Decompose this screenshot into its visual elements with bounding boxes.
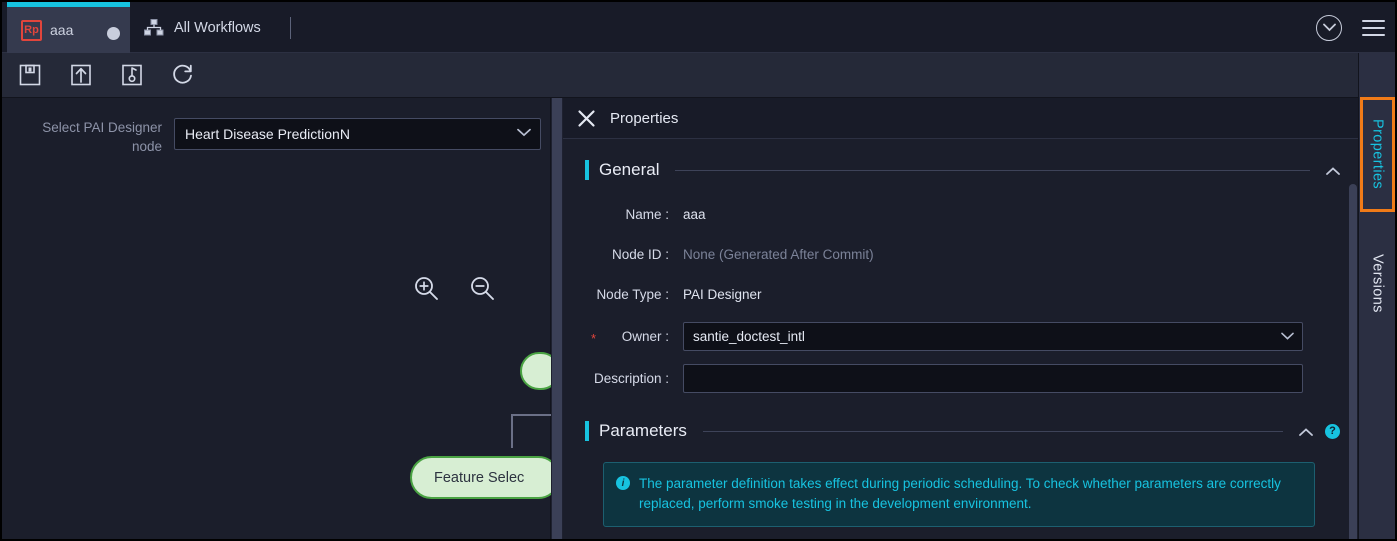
deploy-box-icon: [121, 64, 142, 86]
field-name-value: aaa: [683, 206, 706, 222]
properties-panel-body: General Name : aaa Node ID : None (Gener…: [563, 139, 1358, 539]
main-toolbar: [2, 53, 1395, 98]
properties-panel-title: Properties: [610, 109, 679, 127]
properties-scrollbar-track[interactable]: [1348, 139, 1358, 539]
pai-designer-node-label: Select PAI Designer node: [42, 120, 162, 154]
workflow-canvas[interactable]: Feature Selec: [2, 98, 551, 539]
zoom-out-icon[interactable]: [468, 274, 496, 302]
section-parameters-header: Parameters ?: [585, 418, 1340, 444]
workflow-edge-horizontal: [511, 414, 551, 416]
description-input[interactable]: [693, 371, 1276, 386]
field-name: Name : aaa: [585, 201, 1358, 227]
tab-all-workflows-label: All Workflows: [174, 19, 261, 36]
owner-select[interactable]: santie_doctest_intl: [683, 322, 1303, 351]
rail-tab-versions[interactable]: Versions: [1359, 231, 1395, 336]
chevron-down-icon: [1281, 327, 1294, 345]
tab-bar: Rp aaa All Workflows: [2, 2, 1395, 53]
field-node-type-label: Node Type :: [596, 286, 669, 302]
field-node-id-value: None (Generated After Commit): [683, 246, 874, 262]
deploy-button[interactable]: [118, 62, 145, 89]
section-rule: [702, 430, 1283, 432]
tab-divider: [290, 17, 291, 39]
question-mark-icon[interactable]: ?: [1325, 423, 1340, 439]
workflow-edge-vertical: [511, 414, 513, 448]
pai-designer-node-selector-row: Select PAI Designer node Heart Disease P…: [2, 118, 551, 156]
section-accent-bar: [585, 421, 589, 441]
field-node-type: Node Type : PAI Designer: [585, 281, 1358, 307]
zoom-in-icon[interactable]: [412, 274, 440, 302]
field-node-id: Node ID : None (Generated After Commit): [585, 241, 1358, 267]
section-general-header: General: [585, 157, 1340, 183]
field-owner-label: Owner :: [585, 329, 683, 346]
tab-all-workflows[interactable]: All Workflows: [130, 2, 275, 53]
tab-aaa-label: aaa: [50, 22, 74, 38]
workflow-node-feature-selection[interactable]: Feature Selec: [410, 456, 551, 499]
workflow-node-partial[interactable]: [520, 352, 551, 390]
rail-tab-properties[interactable]: Properties: [1359, 97, 1395, 212]
field-description-label: Description :: [593, 371, 669, 386]
rp-badge-icon: Rp: [21, 19, 42, 41]
app-window: Rp aaa All Workflows Feature Selec Selec…: [2, 2, 1395, 539]
chevron-up-icon[interactable]: [1299, 424, 1313, 438]
field-name-label: Name :: [625, 206, 669, 222]
right-tab-rail: Properties Versions: [1358, 53, 1395, 539]
parameters-info-text: The parameter definition takes effect du…: [639, 476, 1281, 511]
pai-designer-node-select[interactable]: Heart Disease PredictionN: [174, 118, 541, 150]
rail-tab-versions-label: Versions: [1369, 254, 1386, 313]
field-description: Description :: [585, 363, 1358, 394]
pai-designer-node-value: Heart Disease PredictionN: [185, 126, 350, 142]
titlebar-actions: [1316, 2, 1385, 53]
workflow-node-label: Feature Selec: [434, 469, 525, 486]
info-icon: i: [616, 476, 630, 490]
properties-scrollbar-thumb[interactable]: [1349, 184, 1357, 539]
properties-panel: Properties General Name : aaa Node ID : …: [563, 98, 1358, 539]
close-icon[interactable]: [577, 109, 596, 128]
canvas-zoom-controls: [412, 274, 496, 302]
chevron-up-icon[interactable]: [1326, 163, 1340, 177]
refresh-button[interactable]: [169, 62, 196, 89]
field-node-type-value: PAI Designer: [683, 286, 762, 302]
designer-canvas-pane: Feature Selec Select PAI Designer node H…: [2, 98, 551, 539]
unsaved-dot-icon: [107, 27, 120, 40]
section-accent-bar: [585, 160, 589, 180]
section-parameters-title: Parameters: [599, 421, 687, 440]
floppy-disk-icon: [19, 64, 40, 86]
hamburger-menu-icon[interactable]: [1362, 19, 1385, 36]
section-general-title: General: [599, 160, 660, 179]
properties-panel-header: Properties: [563, 98, 1358, 139]
hierarchy-icon: [144, 19, 164, 36]
submit-button[interactable]: [67, 62, 94, 89]
save-button[interactable]: [16, 62, 43, 89]
description-input-wrap[interactable]: [683, 364, 1303, 393]
refresh-icon: [172, 64, 192, 84]
rail-tab-properties-label: Properties: [1369, 119, 1386, 190]
chevron-down-icon: [517, 124, 531, 142]
field-node-id-label: Node ID :: [611, 246, 669, 262]
upload-box-icon: [70, 64, 91, 86]
panel-splitter[interactable]: [552, 98, 562, 539]
owner-select-value: santie_doctest_intl: [693, 329, 805, 344]
parameters-info-banner: i The parameter definition takes effect …: [603, 462, 1315, 527]
section-rule: [675, 169, 1310, 171]
tab-aaa[interactable]: Rp aaa: [7, 2, 130, 53]
circle-chevron-down-icon[interactable]: [1316, 14, 1342, 41]
field-owner: Owner : santie_doctest_intl: [585, 321, 1358, 352]
